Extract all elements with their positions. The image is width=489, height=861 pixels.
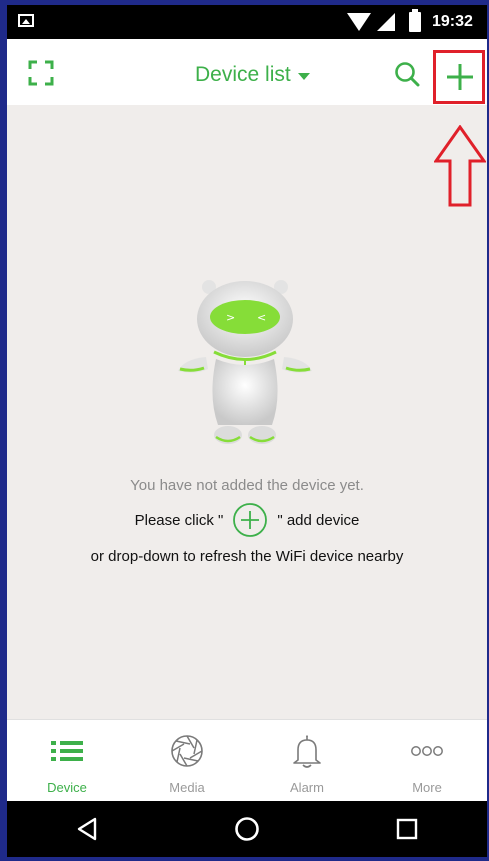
phone-screen: 19:32 Device list > < You have not added… — [7, 5, 487, 857]
bottom-tab-bar: Device Media Alarm More — [7, 719, 487, 802]
back-button[interactable] — [57, 809, 117, 849]
empty-state-hint: or drop-down to refresh the WiFi device … — [90, 548, 404, 565]
tab-label: Device — [47, 780, 87, 795]
empty-state-title: You have not added the device yet. — [130, 477, 364, 494]
recents-icon — [396, 818, 418, 840]
list-icon — [51, 741, 83, 761]
add-circle-icon — [233, 503, 268, 537]
tab-media[interactable]: Media — [127, 720, 247, 802]
device-list-content[interactable]: > < You have not added the device yet. P… — [7, 105, 487, 719]
home-button[interactable] — [217, 809, 277, 849]
device-list-dropdown[interactable]: Device list — [195, 62, 310, 88]
tab-label: Media — [169, 780, 205, 795]
signal-icon — [377, 13, 395, 31]
arrow-up-icon — [434, 125, 486, 207]
instruction-text-after: " add device — [277, 511, 360, 529]
scan-icon[interactable] — [28, 60, 54, 86]
wifi-icon — [347, 13, 371, 31]
robot-mascot-illustration: > < — [178, 280, 312, 444]
aperture-icon — [171, 735, 203, 767]
search-icon[interactable] — [394, 61, 420, 87]
tab-label: Alarm — [290, 780, 324, 795]
page-title: Device list — [195, 63, 291, 86]
battery-icon — [409, 9, 421, 32]
status-time: 19:32 — [432, 13, 473, 30]
add-icon — [447, 64, 473, 90]
home-icon — [235, 817, 259, 841]
bell-icon — [293, 735, 321, 768]
more-dots-icon — [411, 746, 443, 756]
tab-more[interactable]: More — [367, 720, 487, 802]
instruction-text-before: Please click " — [134, 511, 224, 529]
app-header: Device list — [7, 39, 487, 106]
tab-alarm[interactable]: Alarm — [247, 720, 367, 802]
chevron-down-icon — [297, 72, 310, 80]
back-icon — [77, 817, 97, 841]
tab-label: More — [412, 780, 442, 795]
recents-button[interactable] — [377, 809, 437, 849]
image-notification-icon — [18, 14, 34, 27]
svg-text:>: > — [226, 311, 235, 324]
tab-device[interactable]: Device — [7, 720, 127, 802]
empty-state-instruction: Please click " " add device — [7, 502, 487, 538]
system-nav-bar — [7, 801, 487, 857]
status-bar: 19:32 — [7, 5, 487, 39]
svg-text:<: < — [257, 311, 266, 324]
add-device-button[interactable] — [433, 50, 485, 104]
